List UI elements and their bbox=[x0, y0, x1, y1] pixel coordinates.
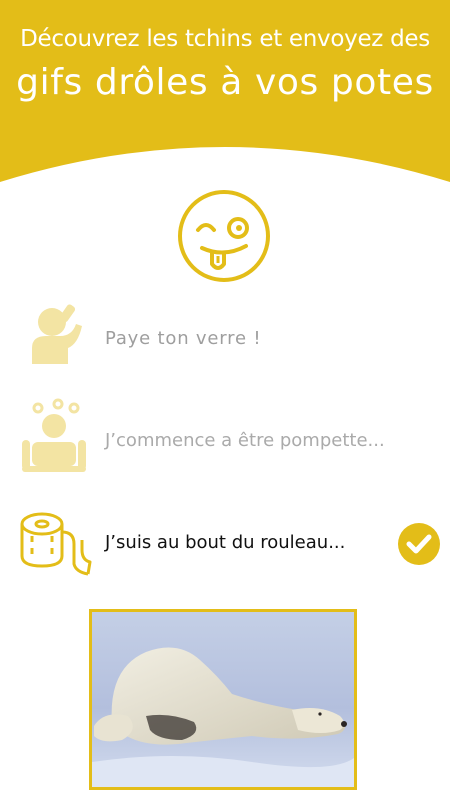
gif-preview[interactable] bbox=[89, 609, 357, 790]
polar-bear-image bbox=[92, 612, 354, 787]
tipsy-person-icon bbox=[18, 398, 98, 478]
person-drinking-icon bbox=[18, 298, 98, 378]
header-title-line1: Découvrez les tchins et envoyez des bbox=[20, 26, 430, 52]
header-banner: Découvrez les tchins et envoyez des gifs… bbox=[0, 0, 450, 190]
winking-smiley-icon bbox=[176, 188, 272, 284]
option-label-drink: Paye ton verre ! bbox=[105, 328, 262, 349]
selected-check-icon[interactable] bbox=[397, 522, 441, 566]
option-row-drink[interactable]: Paye ton verre ! bbox=[0, 298, 450, 378]
header-title-line2: gifs drôles à vos potes bbox=[16, 62, 434, 103]
option-row-exhausted[interactable]: J’suis au bout du rouleau... bbox=[0, 502, 450, 582]
option-row-tipsy[interactable]: J’commence a être pompette... bbox=[0, 398, 450, 478]
option-label-exhausted: J’suis au bout du rouleau... bbox=[105, 532, 346, 553]
toilet-paper-roll-icon bbox=[18, 502, 98, 582]
option-label-tipsy: J’commence a être pompette... bbox=[105, 430, 385, 451]
